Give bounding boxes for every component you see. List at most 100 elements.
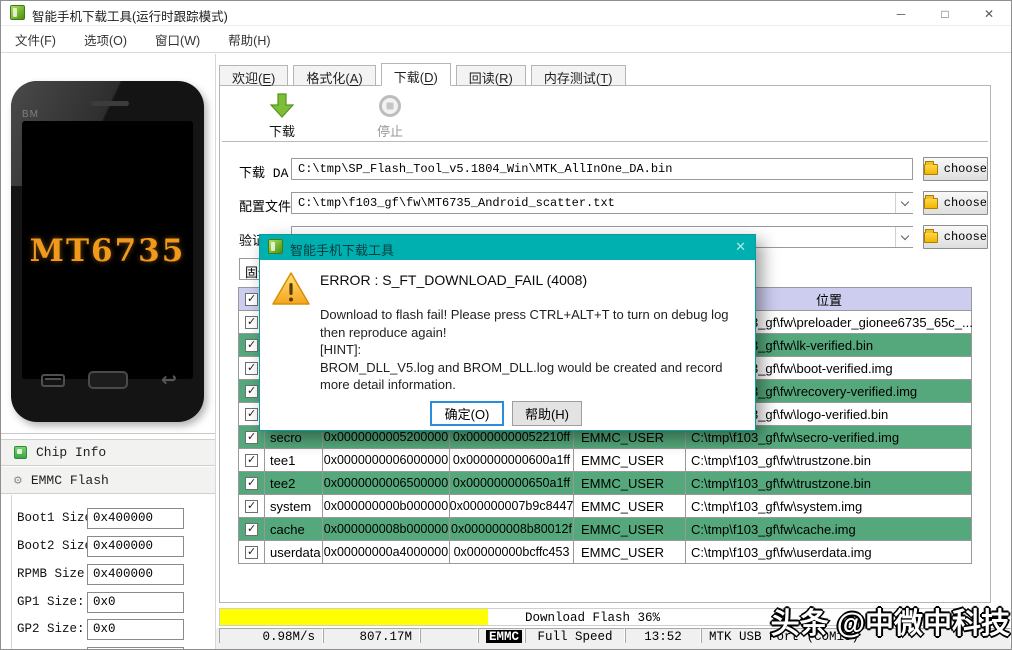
cell-region: EMMC_USER: [574, 541, 686, 564]
menu-item[interactable]: 窗口(W): [151, 28, 204, 51]
cell-name: userdata: [265, 541, 323, 564]
toolbar-separator: [222, 141, 988, 142]
field-input[interactable]: 0x400000: [87, 536, 184, 557]
folder-icon: [924, 232, 938, 243]
phone-home-icon: [88, 371, 128, 389]
help-button[interactable]: 帮助(H): [512, 401, 582, 426]
table-row[interactable]: cache0x000000008b0000000x000000008b80012…: [239, 518, 971, 541]
row-checkbox[interactable]: [245, 339, 258, 352]
window-title: 智能手机下载工具(运行时跟踪模式): [32, 6, 228, 25]
field-label: RPMB Size:: [17, 567, 92, 581]
row-checkbox-cell: [239, 495, 265, 518]
row-checkbox[interactable]: [245, 546, 258, 559]
cell-name: tee2: [265, 472, 323, 495]
status-storage-badge: EMMC: [486, 630, 522, 644]
cell-name: system: [265, 495, 323, 518]
emmc-flash-header[interactable]: ⚙ EMMC Flash: [1, 467, 215, 494]
app-icon: [10, 5, 25, 20]
ok-button[interactable]: 确定(O): [430, 401, 504, 426]
tab-3[interactable]: 下载(D): [381, 63, 451, 86]
row-checkbox[interactable]: [245, 431, 258, 444]
minimize-icon: ─: [897, 7, 906, 21]
row-checkbox[interactable]: [245, 408, 258, 421]
error-message-line: then reproduce again!: [320, 324, 729, 342]
cell-end-address: 0x000000000600a1ff: [450, 449, 574, 472]
chip-info-header[interactable]: Chip Info: [1, 439, 215, 466]
menu-item[interactable]: 选项(O): [80, 28, 131, 51]
cell-name: cache: [265, 518, 323, 541]
table-row[interactable]: system0x000000000b0000000x000000007b9c84…: [239, 495, 971, 518]
error-message-line: more detail information.: [320, 376, 729, 394]
scatter-file-combobox[interactable]: C:\tmp\f103_gf\fw\MT6735_Android_scatter…: [291, 192, 913, 214]
row-checkbox[interactable]: [245, 316, 258, 329]
error-message-line: [HINT]:: [320, 341, 729, 359]
row-checkbox[interactable]: [245, 385, 258, 398]
field-input[interactable]: 0x400000: [87, 508, 184, 529]
table-row[interactable]: tee10x00000000060000000x000000000600a1ff…: [239, 449, 971, 472]
cell-begin-address: 0x00000000a4000000: [323, 541, 450, 564]
phone-image: BM MT6735 ↩: [11, 81, 204, 422]
emmc-field-row: GP1 Size:0x0: [1, 592, 193, 614]
menu-item[interactable]: 文件(F): [11, 28, 60, 51]
emmc-fields: Boot1 Size:0x400000 Boot2 Size:0x400000 RP…: [1, 495, 215, 650]
phone-menu-icon: [41, 374, 65, 387]
error-title: ERROR : S_FT_DOWNLOAD_FAIL (4008): [320, 272, 587, 288]
field-label: GP2 Size:: [17, 622, 85, 636]
emmc-field-row: Boot2 Size:0x400000: [1, 536, 193, 558]
minimize-button[interactable]: ─: [879, 1, 923, 26]
close-button[interactable]: ✕: [967, 1, 1011, 26]
cell-begin-address: 0x0000000006000000: [323, 449, 450, 472]
scatter-dropdown-icon[interactable]: [895, 193, 913, 213]
stop-button[interactable]: 停止: [362, 93, 418, 140]
emmc-field-row: GP2 Size:0x0: [1, 619, 193, 641]
choose-scatter-button[interactable]: choose: [923, 191, 988, 215]
dialog-close-icon[interactable]: ✕: [735, 239, 746, 255]
title-bar[interactable]: 智能手机下载工具(运行时跟踪模式) ─ □ ✕: [1, 1, 1011, 26]
choose-auth-button[interactable]: choose: [923, 225, 988, 249]
left-panel: BM MT6735 ↩ Chip Info ⚙ EMMC Flash Boot1…: [1, 54, 216, 650]
app-window: 智能手机下载工具(运行时跟踪模式) ─ □ ✕ 文件(F) 选项(O) 窗口(W) 帮…: [0, 0, 1012, 650]
table-row[interactable]: tee20x00000000065000000x000000000650a1ff…: [239, 472, 971, 495]
auth-dropdown-icon[interactable]: [895, 227, 913, 247]
phone-brand-text: BM: [22, 109, 39, 120]
cell-region: EMMC_USER: [574, 472, 686, 495]
scatter-file-label: 配置文件: [239, 196, 291, 215]
cell-region: EMMC_USER: [574, 495, 686, 518]
download-button[interactable]: 下载: [254, 93, 310, 140]
tab-2[interactable]: 格式化(A): [293, 65, 375, 86]
watermark-text: 头条 @中微中科技: [771, 600, 1010, 642]
row-checkbox[interactable]: [245, 500, 258, 513]
emmc-field-row: Boot1 Size:0x400000: [1, 508, 193, 530]
cell-end-address: 0x00000000bcffc453: [450, 541, 574, 564]
tab-bar: 欢迎(E)格式化(A) 下载(D)回读(R)内存测试(T): [219, 63, 626, 86]
close-icon: ✕: [984, 7, 994, 21]
row-checkbox[interactable]: [245, 523, 258, 536]
cell-region: EMMC_USER: [574, 449, 686, 472]
field-input[interactable]: 0x0: [87, 619, 184, 640]
field-input[interactable]: 0x0: [87, 592, 184, 613]
menu-item[interactable]: 帮助(H): [224, 28, 274, 51]
row-checkbox[interactable]: [245, 454, 258, 467]
folder-icon: [924, 198, 938, 209]
maximize-button[interactable]: □: [923, 1, 967, 26]
download-icon: [254, 93, 310, 119]
cell-name: tee1: [265, 449, 323, 472]
dialog-title-bar[interactable]: 智能手机下载工具 ✕: [260, 235, 755, 260]
cell-location: C:\tmp\f103_gf\fw\system.img: [686, 495, 972, 518]
tab-1[interactable]: 欢迎(E): [219, 65, 288, 86]
field-input[interactable]: 0x400000: [87, 564, 184, 585]
select-all-checkbox[interactable]: [245, 293, 258, 306]
row-checkbox[interactable]: [245, 477, 258, 490]
stop-icon: [362, 93, 418, 119]
download-da-input[interactable]: C:\tmp\SP_Flash_Tool_v5.1804_Win\MTK_All…: [291, 158, 913, 180]
tab-5[interactable]: 内存测试(T): [531, 65, 626, 86]
choose-da-button[interactable]: choose: [923, 157, 988, 181]
row-checkbox-cell: [239, 518, 265, 541]
menu-bar: 文件(F) 选项(O) 窗口(W) 帮助(H): [1, 27, 1011, 53]
phone-chip-text: MT6735: [11, 233, 204, 269]
tab-4[interactable]: 回读(R): [456, 65, 526, 86]
maximize-icon: □: [941, 7, 948, 21]
cell-location: C:\tmp\f103_gf\fw\trustzone.bin: [686, 449, 972, 472]
row-checkbox[interactable]: [245, 362, 258, 375]
table-row[interactable]: userdata0x00000000a40000000x00000000bcff…: [239, 541, 971, 564]
